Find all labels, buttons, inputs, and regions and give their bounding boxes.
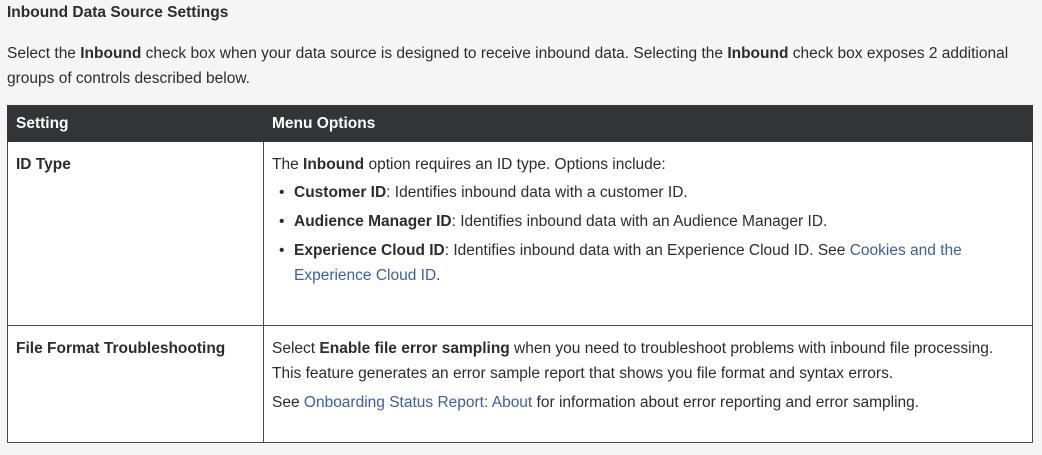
onboarding-status-report-link[interactable]: Onboarding Status Report: About xyxy=(304,394,532,411)
ff-text-1: Select xyxy=(272,340,320,357)
settings-table: Setting Menu Options ID Type The Inbound… xyxy=(7,105,1033,443)
setting-name: ID Type xyxy=(7,141,264,326)
ff-see-text: See xyxy=(272,394,304,411)
file-format-paragraph-2: See Onboarding Status Report: About for … xyxy=(272,390,1024,415)
bullet-icon: • xyxy=(279,184,285,201)
option-term: Experience Cloud ID xyxy=(294,242,445,259)
intro-bold-1: Inbound xyxy=(80,45,142,62)
list-item: • Customer ID: Identifies inbound data wi… xyxy=(279,180,1024,205)
menu-options-cell: Select Enable file error sampling when y… xyxy=(263,325,1033,443)
intro-paragraph: Select the Inbound check box when your d… xyxy=(7,41,1017,91)
id-type-options-list: • Customer ID: Identifies inbound data wi… xyxy=(272,180,1024,288)
menu-options-cell: The Inbound option requires an ID type. … xyxy=(263,141,1033,326)
id-type-intro-text-2: option requires an ID type. Options incl… xyxy=(364,156,666,173)
table-row: ID Type The Inbound option requires an I… xyxy=(7,141,1033,326)
table-header-row: Setting Menu Options xyxy=(7,105,1033,142)
section-heading: Inbound Data Source Settings xyxy=(7,4,229,21)
option-term: Audience Manager ID xyxy=(294,213,452,230)
id-type-intro: The Inbound option requires an ID type. … xyxy=(272,152,1024,177)
list-item: • Audience Manager ID: Identifies inbound… xyxy=(279,209,1024,234)
column-header-menu-options: Menu Options xyxy=(263,105,1033,142)
ff-see-text-2: for information about error reporting an… xyxy=(532,394,920,411)
id-type-intro-text-1: The xyxy=(272,156,304,173)
bullet-icon: • xyxy=(279,242,285,259)
id-type-intro-bold: Inbound xyxy=(303,156,365,173)
option-term: Customer ID xyxy=(294,184,387,201)
intro-text-1: Select the xyxy=(7,45,81,62)
option-description: : Identifies inbound data with an Audien… xyxy=(451,213,828,230)
setting-name: File Format Troubleshooting xyxy=(7,325,264,443)
bullet-icon: • xyxy=(279,213,285,230)
column-header-setting: Setting xyxy=(7,105,264,142)
ff-bold: Enable file error sampling xyxy=(319,340,510,357)
option-description: : Identifies inbound data with an Experi… xyxy=(444,242,850,259)
table-row: File Format Troubleshooting Select Enabl… xyxy=(7,325,1033,443)
option-trailing-punct: . xyxy=(436,267,441,284)
intro-bold-2: Inbound xyxy=(727,45,789,62)
page: Inbound Data Source Settings Select the … xyxy=(0,0,1042,455)
intro-text-2: check box when your data source is desig… xyxy=(141,45,728,62)
file-format-paragraph-1: Select Enable file error sampling when y… xyxy=(272,336,1024,386)
list-item: • Experience Cloud ID: Identifies inbound… xyxy=(279,238,1024,288)
option-description: : Identifies inbound data with a custome… xyxy=(386,184,688,201)
